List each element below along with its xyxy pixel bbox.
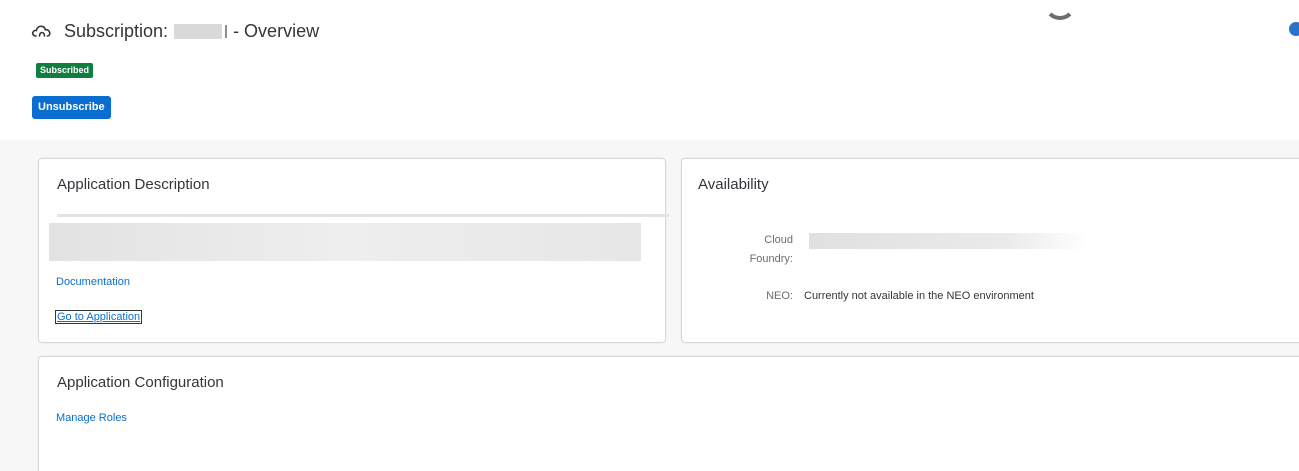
title-prefix: Subscription: [64, 20, 169, 41]
manage-roles-link[interactable]: Manage Roles [56, 412, 127, 424]
neo-value: Currently not available in the NEO envir… [804, 290, 1034, 302]
unsubscribe-button[interactable]: Unsubscribe [32, 96, 111, 119]
card-title: Application Description [57, 176, 210, 193]
documentation-link[interactable]: Documentation [56, 276, 130, 288]
application-configuration-card: Application Configuration Manage Roles [38, 356, 1299, 471]
go-to-application-link[interactable]: Go to Application [55, 310, 143, 324]
redacted-cloud-foundry-value [809, 233, 1089, 249]
cloud-icon [30, 19, 54, 43]
redacted-description [49, 223, 641, 261]
application-description-card: Application Description Documentation Go… [38, 158, 669, 343]
title-row: Subscription: - Overview [30, 19, 319, 43]
cloud-foundry-label: Cloud Foundry: [749, 234, 793, 265]
redacted-subscription-name [174, 23, 223, 39]
card-title: Application Configuration [57, 374, 224, 391]
page: Subscription: - Overview Subscribed Unsu… [0, 0, 1299, 471]
help-icon[interactable] [1289, 22, 1299, 36]
availability-card: Availability Cloud Foundry: NEO: Current… [681, 158, 1299, 343]
page-header: Subscription: - Overview Subscribed Unsu… [0, 0, 1299, 140]
neo-label: NEO: [766, 290, 793, 302]
card-title: Availability [698, 176, 769, 193]
page-title: Subscription: - Overview [64, 21, 319, 42]
status-badge: Subscribed [36, 63, 94, 78]
redaction-edge [225, 24, 228, 38]
title-suffix: - Overview [233, 20, 320, 41]
busy-indicator-icon [1044, 0, 1076, 20]
content-area: Application Description Documentation Go… [0, 140, 1299, 471]
redacted-description-line [57, 214, 669, 217]
